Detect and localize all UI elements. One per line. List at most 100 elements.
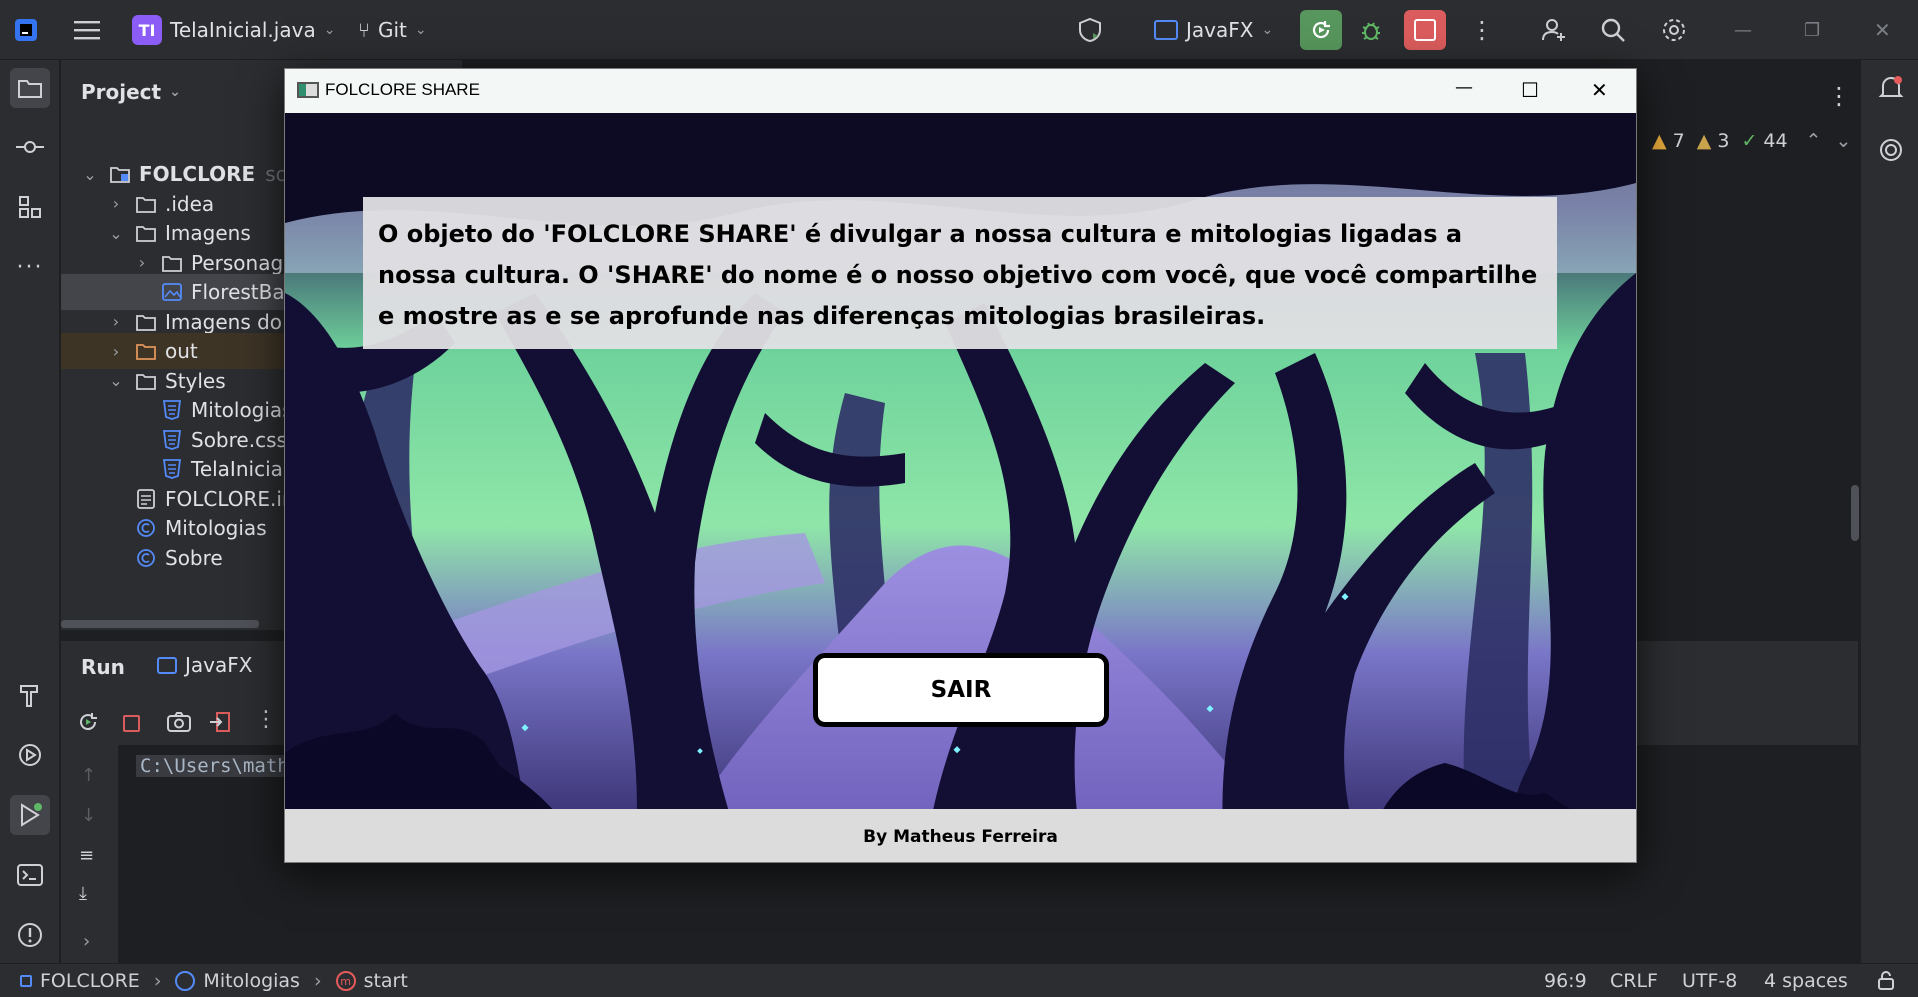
scroll-up-arrow-icon[interactable]: ↑ (81, 765, 96, 786)
vcs-menu[interactable]: ⑂ Git ⌄ (358, 12, 427, 48)
tree-item-label: Imagens (165, 221, 251, 245)
window-app-icon (1154, 20, 1178, 40)
breadcrumb-item[interactable]: start (364, 970, 408, 992)
build-hammer-icon[interactable] (10, 675, 50, 715)
chevron-right-icon[interactable]: › (107, 194, 125, 213)
search-icon[interactable] (1600, 12, 1626, 48)
more-tools-icon[interactable]: ··· (10, 247, 50, 287)
css-icon (159, 400, 185, 420)
warning-icon: ▲ (1652, 130, 1667, 152)
ai-assistant-icon[interactable] (1875, 134, 1907, 166)
project-file-name: TelaInicial.java (170, 18, 316, 42)
breadcrumb-item[interactable]: Mitologias (203, 970, 300, 992)
chevron-down-icon: ⌄ (323, 22, 336, 38)
add-user-icon[interactable] (1540, 12, 1568, 48)
more-actions-icon[interactable]: ⋮ (1470, 12, 1494, 48)
file-icon (133, 488, 159, 509)
ide-restore-button[interactable]: ❐ (1804, 12, 1820, 48)
project-file-switcher[interactable]: TI TelaInicial.java ⌄ (132, 12, 335, 48)
scroll-to-end-icon[interactable]: ⤓ (79, 883, 87, 904)
tree-item-label: Mitologias (165, 516, 267, 540)
weak-warning-icon: ▲ (1696, 130, 1712, 152)
project-badge: TI (132, 15, 162, 45)
module-icon (107, 164, 133, 184)
notifications-bell-icon[interactable] (1875, 72, 1907, 104)
file-encoding[interactable]: UTF-8 (1682, 970, 1737, 992)
method-icon: m (335, 971, 356, 991)
sair-button[interactable]: SAIR (813, 653, 1109, 727)
status-bar: FOLCLORE › Mitologias › m start 96:9 CRL… (0, 963, 1918, 997)
tree-item-label: Sobre.css (191, 427, 287, 452)
folder-icon (133, 194, 159, 214)
app-window-icon (297, 82, 319, 98)
project-panel-header[interactable]: Project ⌄ (81, 80, 181, 104)
run-config-selector[interactable]: JavaFX ⌄ (1154, 12, 1273, 48)
lock-icon[interactable] (1876, 970, 1896, 995)
camera-icon[interactable] (167, 711, 191, 733)
exit-icon[interactable] (209, 711, 231, 733)
tree-item-label: FOLCLORE.ir (165, 486, 291, 511)
breadcrumb-item[interactable]: FOLCLORE (40, 970, 140, 992)
author-credit: By Matheus Ferreira (863, 827, 1058, 847)
ide-minimize-button[interactable]: — (1734, 12, 1752, 48)
settings-gear-icon[interactable] (1660, 12, 1688, 48)
class-icon (133, 548, 159, 568)
ide-logo-icon (14, 12, 38, 48)
inspection-widget[interactable]: ▲ 7 ▲ 3 ✓ 44 ⌃ ⌄ (1652, 130, 1851, 152)
chevron-down-icon[interactable]: ⌄ (107, 371, 125, 390)
structure-icon[interactable] (10, 187, 50, 227)
folclore-share-window: FOLCLORE SHARE — ☐ ✕ O objeto do 'FOLCLO… (284, 68, 1637, 863)
chevron-down-icon: ⌄ (169, 84, 181, 100)
main-menu-icon[interactable] (74, 12, 100, 48)
caret-position[interactable]: 96:9 (1544, 970, 1587, 992)
run-panel-title: Run (81, 655, 125, 679)
shield-run-icon[interactable] (1076, 12, 1104, 48)
line-separator[interactable]: CRLF (1610, 970, 1658, 992)
editor-scrollbar[interactable] (1851, 485, 1859, 541)
chevron-down-icon: ⌄ (1261, 22, 1274, 38)
chevron-right-icon[interactable]: › (107, 312, 125, 331)
window-titlebar[interactable]: FOLCLORE SHARE — ☐ ✕ (285, 69, 1636, 113)
rerun-icon[interactable] (77, 711, 99, 733)
ide-toolbar: TI TelaInicial.java ⌄ ⑂ Git ⌄ JavaFX ⌄ ⋮… (0, 0, 1918, 60)
soft-wrap-icon[interactable]: ≡ (79, 845, 94, 866)
tree-item-label: FOLCLORE (139, 162, 256, 186)
chevron-down-icon[interactable]: ⌄ (107, 224, 125, 243)
right-tool-strip (1860, 60, 1918, 963)
run-more-icon[interactable]: ⋮ (255, 707, 277, 732)
project-folder-icon[interactable] (10, 68, 50, 108)
stop-icon (1414, 19, 1436, 41)
terminal-icon[interactable] (10, 855, 50, 895)
commit-icon[interactable] (10, 127, 50, 167)
tree-item-label: .idea (165, 191, 215, 216)
problems-icon[interactable] (10, 915, 50, 955)
class-icon (133, 518, 159, 538)
minimize-button[interactable]: — (1455, 77, 1473, 98)
run-tool-icon[interactable] (10, 795, 50, 835)
tree-item-label: FlorestBa (191, 280, 285, 304)
rerun-button[interactable] (1300, 10, 1342, 50)
chevron-down-icon[interactable]: ⌄ (81, 165, 99, 184)
window-title: FOLCLORE SHARE (325, 80, 480, 99)
tree-item-label: Mitologias (191, 398, 293, 422)
module-icon (20, 975, 32, 987)
run-tab-javafx[interactable]: JavaFX (157, 653, 252, 677)
services-icon[interactable] (10, 735, 50, 775)
close-button[interactable]: ✕ (1591, 78, 1608, 102)
chevron-right-icon[interactable]: › (107, 342, 125, 361)
css-icon (159, 429, 185, 450)
editor-more-icon[interactable]: ⋮ (1827, 82, 1851, 110)
chevron-right-icon[interactable]: › (133, 253, 151, 272)
chevron-down-icon: ⌄ (414, 22, 427, 38)
left-tool-strip: ··· (0, 60, 60, 997)
chevron-right-icon[interactable]: › (83, 931, 90, 952)
scroll-down-arrow-icon[interactable]: ↓ (81, 805, 96, 826)
tree-horizontal-scrollbar[interactable] (61, 620, 259, 628)
stop-icon[interactable] (123, 715, 140, 732)
stop-button[interactable] (1404, 10, 1446, 50)
maximize-button[interactable]: ☐ (1521, 78, 1539, 102)
debug-icon[interactable] (1358, 12, 1384, 48)
ide-close-button[interactable]: ✕ (1874, 12, 1891, 48)
tree-item-label: Imagens do F (165, 309, 300, 334)
indent-setting[interactable]: 4 spaces (1764, 970, 1848, 992)
